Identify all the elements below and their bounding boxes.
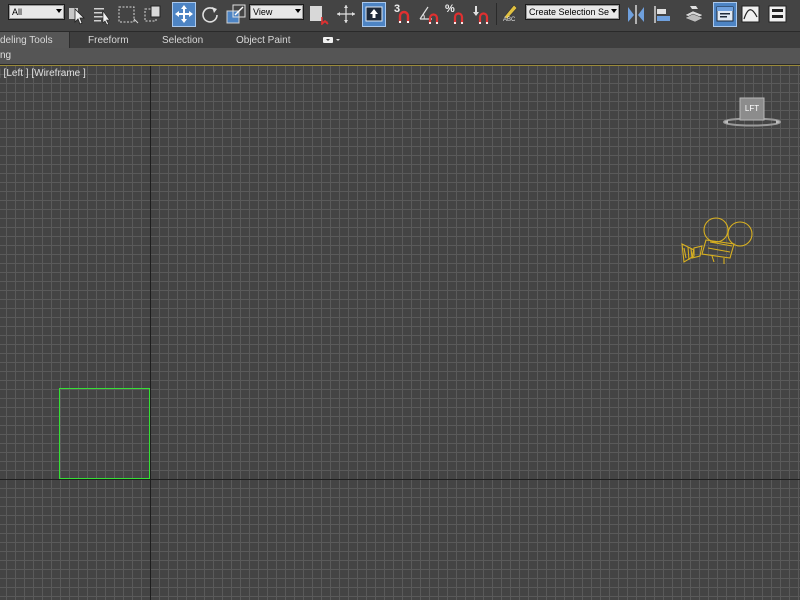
select-by-name-button[interactable]: [92, 3, 112, 25]
percent-snap-toggle-button[interactable]: %: [444, 3, 466, 25]
select-and-rotate-button[interactable]: [199, 3, 221, 25]
mirror-button[interactable]: [625, 3, 647, 25]
angle-snap-toggle-button[interactable]: [418, 3, 440, 25]
move-arrows-icon: [175, 5, 193, 23]
ribbon-panel-label[interactable]: ng: [0, 48, 11, 63]
viewcube-face-label[interactable]: LFT: [740, 98, 764, 120]
select-object-icon: [69, 8, 85, 25]
selected-rectangle-object[interactable]: [59, 388, 150, 479]
keyboard-override-icon: [365, 6, 383, 22]
tab-modeling-tools[interactable]: deling Tools: [0, 32, 70, 49]
ribbon-options-button[interactable]: [322, 32, 342, 49]
spinner-snap-icon: [473, 6, 489, 24]
ribbon-toggle-icon: [716, 6, 734, 22]
rectangle-selection-icon: [118, 6, 139, 24]
tab-freeform[interactable]: Freeform: [88, 32, 129, 49]
mirror-icon: [628, 5, 644, 24]
window-crossing-button[interactable]: [143, 3, 163, 25]
keyboard-shortcut-override-button[interactable]: [362, 2, 386, 27]
select-and-manipulate-button[interactable]: [335, 3, 357, 25]
viewport-label-menu[interactable]: ] [Left ] [Wireframe ]: [0, 68, 86, 79]
edit-named-selection-sets-button[interactable]: ABC: [500, 3, 522, 25]
select-and-move-button[interactable]: [172, 2, 196, 27]
scale-icon: [226, 4, 246, 24]
toolbar-separator: [496, 3, 497, 25]
reference-coordinate-system-dropdown[interactable]: View: [249, 4, 304, 20]
rotate-icon: [202, 7, 218, 23]
tab-modeling-tools-label: deling Tools: [0, 35, 53, 46]
pivot-center-icon: [310, 6, 329, 25]
window-crossing-icon: [144, 5, 161, 22]
select-object-button[interactable]: [66, 3, 86, 25]
horizontal-world-axis: [0, 479, 800, 480]
select-and-scale-button[interactable]: [225, 3, 247, 25]
named-selection-sets-dropdown[interactable]: Create Selection Se: [525, 4, 620, 20]
selection-filter-value: All: [12, 7, 23, 17]
reference-coordinate-system-value: View: [253, 7, 273, 17]
tab-selection[interactable]: Selection: [162, 32, 203, 49]
main-toolbar: All View 3 % ABC Create Selection Se: [0, 0, 800, 30]
ribbon-options-icon: [323, 37, 340, 43]
tab-selection-label: Selection: [162, 35, 204, 46]
chevron-down-icon: [56, 9, 62, 13]
toggle-scene-explorer-button[interactable]: [683, 3, 705, 25]
spinner-snap-toggle-button[interactable]: [470, 3, 492, 25]
layers-icon: [684, 6, 704, 23]
selection-filter-dropdown[interactable]: All: [8, 4, 65, 20]
edit-named-sets-label: ABC: [503, 17, 516, 23]
schematic-view-icon: [768, 5, 787, 23]
angle-snap-icon: [419, 6, 439, 24]
use-pivot-point-center-button[interactable]: [307, 3, 329, 25]
rectangular-selection-region-button[interactable]: [117, 3, 139, 25]
chevron-down-icon: [295, 9, 301, 13]
toggle-ribbon-button[interactable]: [713, 2, 737, 27]
ribbon-tab-bar: deling Tools Freeform Selection Object P…: [0, 31, 800, 49]
curve-editor-button[interactable]: [740, 3, 762, 25]
tab-object-paint[interactable]: Object Paint: [236, 32, 290, 49]
left-viewport[interactable]: ] [Left ] [Wireframe ] LFT: [0, 65, 800, 600]
align-icon: [654, 6, 670, 23]
curve-editor-icon: [741, 5, 760, 23]
align-button[interactable]: [652, 3, 674, 25]
tab-freeform-label: Freeform: [88, 35, 129, 46]
schematic-view-button[interactable]: [767, 3, 789, 25]
manipulate-crosshair-icon: [337, 5, 355, 23]
snaps-toggle-label: 3: [394, 3, 401, 15]
snaps-toggle-button[interactable]: 3: [392, 3, 414, 25]
select-by-name-icon: [94, 8, 111, 25]
vertical-world-axis: [150, 66, 151, 600]
chevron-down-icon: [611, 9, 617, 13]
camera-object-icon[interactable]: [672, 210, 762, 280]
named-selection-sets-value: Create Selection Se: [529, 7, 610, 17]
percent-snap-label: %: [445, 3, 455, 15]
tab-object-paint-label: Object Paint: [236, 35, 291, 46]
ribbon-panel: ng: [0, 48, 800, 65]
